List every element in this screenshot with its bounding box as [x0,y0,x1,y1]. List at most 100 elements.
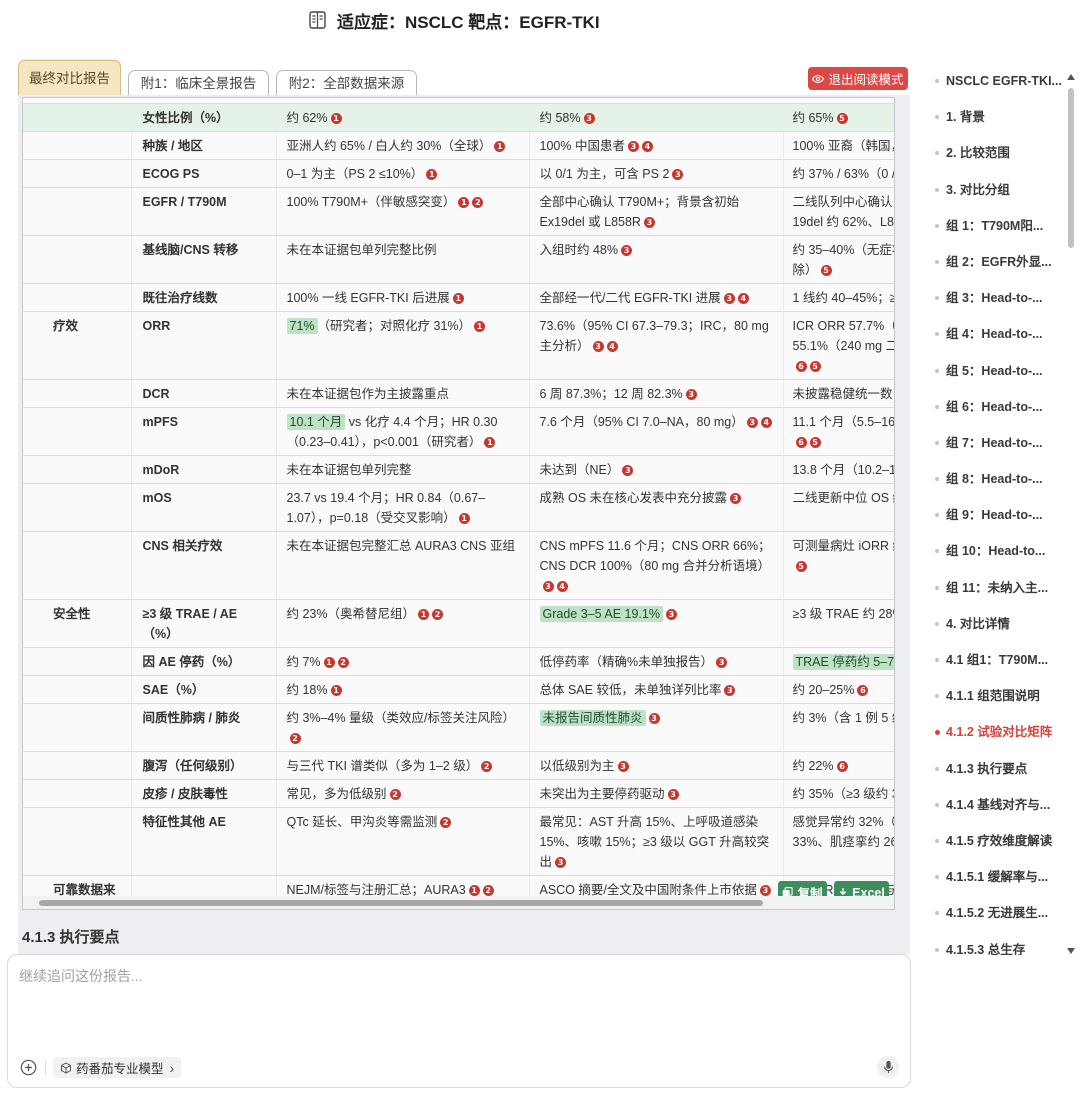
citation-badge[interactable]: 3 [724,685,736,696]
toc-item[interactable]: 组 2：EGFR外显... [930,244,1064,280]
citation-badge[interactable]: 1 [468,885,480,896]
citation-badge[interactable]: 5 [795,561,807,572]
citation-badge[interactable]: 3 [592,341,604,352]
toc-item[interactable]: 4. 对比详情 [930,606,1064,642]
citation-badge[interactable]: 3 [542,581,554,592]
citation-badge[interactable]: 2 [337,657,349,668]
model-selector[interactable]: 药番茄专业模型 › [53,1057,182,1078]
citation-badge[interactable]: 4 [760,417,772,428]
citation-badge[interactable]: 2 [481,761,493,772]
scroll-down-arrow-icon[interactable] [1067,948,1075,954]
citation-badge[interactable]: 3 [716,657,728,668]
citation-badge[interactable]: 5 [809,437,821,448]
citation-badge[interactable]: 6 [857,685,869,696]
citation-badge[interactable]: 4 [641,141,653,152]
toc-item[interactable]: NSCLC EGFR-TKI... [930,63,1064,99]
citation-badge[interactable]: 4 [556,581,568,592]
citation-badge[interactable]: 3 [723,293,735,304]
tab-data-sources[interactable]: 附2：全部数据来源 [276,70,417,96]
citation-badge[interactable]: 3 [617,761,629,772]
citation-badge[interactable]: 1 [458,197,470,208]
toc-item[interactable]: 2. 比较范围 [930,135,1064,171]
tab-clinical-landscape[interactable]: 附1：临床全景报告 [128,70,269,96]
comparison-table-viewport[interactable]: 女性比例（%）约 62% 1 约 58% 3 约 65% 5 种族 / 地区 亚洲人约 65%… [22,97,895,910]
citation-badge[interactable]: 4 [606,341,618,352]
citation-badge[interactable]: 3 [730,493,742,504]
toc-item[interactable]: 3. 对比分组 [930,172,1064,208]
tab-final-report[interactable]: 最终对比报告 [18,60,121,96]
toc-item[interactable]: 4.1.5.3 总生存 [930,932,1064,955]
toc-item[interactable]: 4.1.2 试验对比矩阵 [930,714,1064,750]
citation-badge[interactable]: 3 [667,789,679,800]
toc-item[interactable]: 4.1.5 疗效维度解读 [930,823,1064,859]
cell-text: 未在本证据包单列完整比例 [286,243,437,257]
citation-badge[interactable]: 6 [795,361,807,372]
horizontal-scrollbar[interactable] [23,896,894,909]
toc-item[interactable]: 组 8：Head-to-... [930,461,1064,497]
cell-text: 未在本证据包单列完整 [286,463,412,477]
citation-badge[interactable]: 2 [482,885,494,896]
citation-badge[interactable]: 1 [494,141,506,152]
citation-badge[interactable]: 6 [836,761,848,772]
citation-badge[interactable]: 1 [330,113,342,124]
voice-input-button[interactable] [877,1056,899,1078]
citation-badge[interactable]: 3 [555,857,567,868]
toc-item[interactable]: 组 10：Head-to... [930,533,1064,569]
follow-up-input[interactable] [19,966,891,1040]
toc-item[interactable]: 组 11：未纳入主... [930,570,1064,606]
citation-badge[interactable]: 3 [672,169,684,180]
citation-badge[interactable]: 5 [809,361,821,372]
toc-scrollbar[interactable] [1066,72,1076,956]
horizontal-scrollbar-thumb[interactable] [39,900,763,906]
toc-item[interactable]: 组 7：Head-to-... [930,425,1064,461]
toc-item[interactable]: 4.1.1 组范围说明 [930,678,1064,714]
citation-badge[interactable]: 2 [289,733,301,744]
citation-badge[interactable]: 3 [621,245,632,256]
cell-text: 100% 中国患者 [539,139,625,153]
citation-badge[interactable]: 4 [737,293,749,304]
add-attachment-button[interactable] [19,1058,37,1076]
citation-badge[interactable]: 3 [685,389,697,400]
toc-item[interactable]: 4.1.4 基线对齐与... [930,787,1064,823]
citation-badge[interactable]: 1 [458,513,470,524]
citation-badge[interactable]: 2 [440,817,452,828]
citation-badge[interactable]: 1 [418,609,429,620]
toc-item[interactable]: 组 1：T790M阳... [930,208,1064,244]
citation-badge[interactable]: 3 [622,465,634,476]
citation-badge[interactable]: 1 [330,685,342,696]
citation-badge[interactable]: 3 [627,141,639,152]
citation-badge[interactable]: 3 [665,609,677,620]
citation-badge[interactable]: 3 [759,885,771,896]
citation-badge[interactable]: 3 [746,417,758,428]
citation-badge[interactable]: 2 [389,789,401,800]
toc-scrollbar-thumb[interactable] [1068,88,1074,248]
citation-badge[interactable]: 6 [795,437,807,448]
toc-item[interactable]: 组 3：Head-to-... [930,280,1064,316]
toc-item[interactable]: 组 6：Head-to-... [930,389,1064,425]
toc-item[interactable]: 1. 背景 [930,99,1064,135]
citation-badge[interactable]: 1 [452,293,464,304]
toc-item[interactable]: 4.1 组1：T790M... [930,642,1064,678]
citation-badge[interactable]: 1 [474,321,486,332]
bullet-dot-icon [935,802,939,807]
citation-badge[interactable]: 1 [323,657,335,668]
citation-badge[interactable]: 5 [836,113,848,124]
toc-item[interactable]: 4.1.5.2 无进展生... [930,895,1064,931]
citation-badge[interactable]: 3 [643,217,655,228]
metric-cell: 女性比例（%） [131,104,277,132]
citation-badge[interactable]: 3 [648,713,660,724]
toc-item[interactable]: 4.1.3 执行要点 [930,751,1064,787]
citation-badge[interactable]: 1 [484,437,496,448]
exit-reading-mode-button[interactable]: 退出阅读模式 [808,67,908,90]
toc-item[interactable]: 组 9：Head-to-... [930,497,1064,533]
toc-item[interactable]: 组 5：Head-to-... [930,353,1064,389]
citation-badge[interactable]: 5 [820,265,832,276]
bullet-dot-icon [935,115,939,120]
scroll-up-arrow-icon[interactable] [1067,74,1075,80]
citation-badge[interactable]: 2 [472,197,484,208]
citation-badge[interactable]: 2 [432,609,443,620]
citation-badge[interactable]: 3 [583,113,595,124]
toc-item[interactable]: 组 4：Head-to-... [930,316,1064,352]
toc-item[interactable]: 4.1.5.1 缓解率与... [930,859,1064,895]
citation-badge[interactable]: 1 [426,169,438,180]
